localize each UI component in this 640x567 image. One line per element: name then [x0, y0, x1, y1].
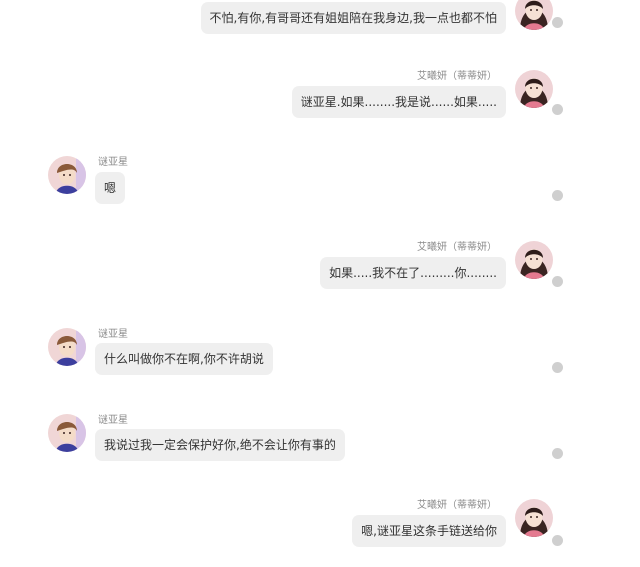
girl-avatar-icon[interactable] — [515, 499, 553, 537]
girl-avatar-icon[interactable] — [515, 70, 553, 108]
message-bubble[interactable]: 嗯,谜亚星这条手链送给你 — [352, 515, 506, 547]
chat-message: 艾曦妍（蒂蒂妍） 如果.....我不在了.........你........ — [0, 241, 640, 289]
chat-message: 艾曦妍（蒂蒂妍） 嗯,谜亚星这条手链送给你 — [0, 499, 640, 549]
message-bubble[interactable]: 我说过我一定会保护好你,绝不会让你有事的 — [95, 429, 345, 461]
chat-message: 谜亚星 我说过我一定会保护好你,绝不会让你有事的 — [0, 414, 640, 461]
sender-name: 谜亚星 — [98, 415, 128, 426]
status-dot — [552, 276, 563, 287]
boy-avatar-icon[interactable] — [48, 414, 86, 452]
chat-message: 谜亚星 什么叫做你不在啊,你不许胡说 — [0, 328, 640, 375]
sender-name: 艾曦妍（蒂蒂妍） — [417, 242, 497, 253]
sender-name: 艾曦妍（蒂蒂妍） — [417, 500, 497, 511]
status-dot — [552, 190, 563, 201]
sender-name: 谜亚星 — [98, 157, 128, 168]
message-bubble[interactable]: 嗯 — [95, 172, 126, 204]
message-bubble[interactable]: 如果.....我不在了.........你........ — [320, 257, 506, 289]
status-dot — [552, 535, 563, 546]
sender-name: 艾曦妍（蒂蒂妍） — [417, 71, 497, 82]
status-dot — [552, 17, 563, 28]
girl-avatar-icon[interactable] — [515, 0, 553, 30]
message-bubble[interactable]: 什么叫做你不在啊,你不许胡说 — [95, 343, 273, 375]
status-dot — [552, 362, 563, 373]
chat-message: 谜亚星 嗯 — [0, 156, 640, 204]
chat-message: 不怕,有你,有哥哥还有姐姐陪在我身边,我一点也都不怕 — [0, 0, 640, 34]
chat-log: 不怕,有你,有哥哥还有姐姐陪在我身边,我一点也都不怕 艾曦妍（蒂蒂妍） 谜亚星.… — [0, 0, 640, 567]
message-bubble[interactable]: 不怕,有你,有哥哥还有姐姐陪在我身边,我一点也都不怕 — [200, 2, 506, 34]
sender-name: 谜亚星 — [98, 329, 128, 340]
boy-avatar-icon[interactable] — [48, 328, 86, 366]
status-dot — [552, 448, 563, 459]
girl-avatar-icon[interactable] — [515, 241, 553, 279]
chat-message: 艾曦妍（蒂蒂妍） 谜亚星.如果........我是说......如果..... — [0, 70, 640, 118]
boy-avatar-icon[interactable] — [48, 156, 86, 194]
message-bubble[interactable]: 谜亚星.如果........我是说......如果..... — [291, 86, 506, 118]
status-dot — [552, 104, 563, 115]
